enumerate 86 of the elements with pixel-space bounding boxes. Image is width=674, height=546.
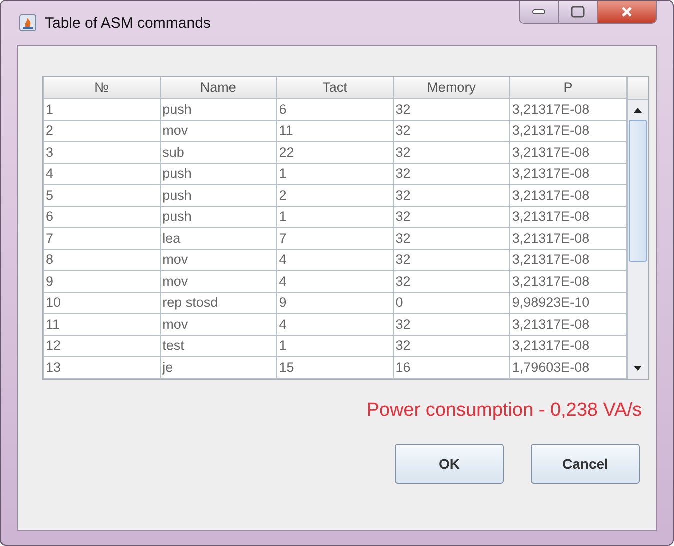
table-cell: 11: [276, 120, 394, 142]
table-cell: 32: [393, 120, 510, 142]
minimize-icon: [532, 9, 546, 15]
table-cell: 4: [44, 163, 160, 184]
table-cell: 3,21317E-08: [510, 163, 627, 184]
table-cell: 4: [276, 249, 394, 270]
close-button[interactable]: [598, 1, 656, 23]
table-cell: 4: [276, 314, 394, 335]
scrollbar-thumb[interactable]: [629, 120, 647, 262]
table-cell: 5: [44, 184, 160, 206]
maximize-button[interactable]: [559, 1, 598, 23]
close-icon: [621, 6, 633, 18]
table-cell: 32: [393, 249, 510, 270]
table-cell: mov: [160, 249, 277, 270]
table-cell: 3,21317E-08: [510, 120, 627, 142]
table-cell: 3,21317E-08: [510, 249, 627, 270]
table-cell: 3,21317E-08: [510, 206, 627, 228]
column-header[interactable]: Name: [160, 77, 277, 98]
table-cell: 1: [276, 163, 394, 184]
table-cell: 1,79603E-08: [510, 356, 627, 378]
table-cell: 10: [44, 292, 160, 314]
table-cell: 0: [393, 292, 510, 314]
header-corner: [628, 77, 648, 100]
table-cell: 8: [44, 249, 160, 270]
table-cell: 7: [44, 228, 160, 249]
table-cell: 1: [276, 206, 394, 228]
dialog-button[interactable]: Cancel: [531, 444, 640, 484]
table-cell: push: [160, 163, 277, 184]
table-cell: 13: [44, 356, 160, 378]
app-icon: [19, 14, 37, 32]
table-cell: 6: [44, 206, 160, 228]
table-cell: 15: [276, 356, 394, 378]
table-cell: 3,21317E-08: [510, 184, 627, 206]
table-cell: 32: [393, 228, 510, 249]
table-cell: 3: [44, 142, 160, 163]
table-cell: 12: [44, 335, 160, 356]
table-cell: 9: [276, 292, 394, 314]
table-cell: 9: [44, 270, 160, 292]
table-cell: push: [160, 98, 277, 120]
table-cell: rep stosd: [160, 292, 277, 314]
table-cell: 3,21317E-08: [510, 98, 627, 120]
table-cell: lea: [160, 228, 277, 249]
table-cell: 22: [276, 142, 394, 163]
table-cell: 3,21317E-08: [510, 335, 627, 356]
table-cell: 9,98923E-10: [510, 292, 627, 314]
table-cell: 2: [276, 184, 394, 206]
table-cell: 16: [393, 356, 510, 378]
window-title: Table of ASM commands: [45, 14, 212, 32]
table-cell: 6: [276, 98, 394, 120]
table-cell: mov: [160, 314, 277, 335]
minimize-button[interactable]: [520, 1, 559, 23]
table-cell: push: [160, 184, 277, 206]
table-cell: 7: [276, 228, 394, 249]
maximize-icon: [571, 6, 585, 18]
table-cell: 11: [44, 314, 160, 335]
table-cell: 32: [393, 314, 510, 335]
column-header[interactable]: P: [510, 77, 627, 98]
table-cell: 32: [393, 335, 510, 356]
table-cell: 2: [44, 120, 160, 142]
table-cell: 4: [276, 270, 394, 292]
table-cell: push: [160, 206, 277, 228]
column-header[interactable]: №: [44, 77, 160, 98]
scrollbar[interactable]: [627, 77, 648, 378]
table-cell: 32: [393, 184, 510, 206]
table-cell: 32: [393, 270, 510, 292]
table-cell: 3,21317E-08: [510, 270, 627, 292]
table-cell: sub: [160, 142, 277, 163]
column-header[interactable]: Tact: [276, 77, 394, 98]
table-cell: mov: [160, 270, 277, 292]
table-cell: 3,21317E-08: [510, 314, 627, 335]
table-cell: 32: [393, 142, 510, 163]
power-consumption-text: Power consumption - 0,238 VA/s: [366, 400, 642, 422]
table-cell: je: [160, 356, 277, 378]
up-arrow-icon[interactable]: [634, 108, 642, 112]
table-cell: mov: [160, 120, 277, 142]
table-cell: 32: [393, 98, 510, 120]
down-arrow-icon[interactable]: [634, 366, 642, 371]
table-cell: 32: [393, 163, 510, 184]
column-header[interactable]: Memory: [393, 77, 510, 98]
table-cell: 3,21317E-08: [510, 228, 627, 249]
table-cell: 3,21317E-08: [510, 142, 627, 163]
table-cell: 1: [276, 335, 394, 356]
table-cell: test: [160, 335, 277, 356]
dialog-button[interactable]: OK: [395, 444, 504, 484]
table-cell: 32: [393, 206, 510, 228]
table-cell: 1: [44, 98, 160, 120]
